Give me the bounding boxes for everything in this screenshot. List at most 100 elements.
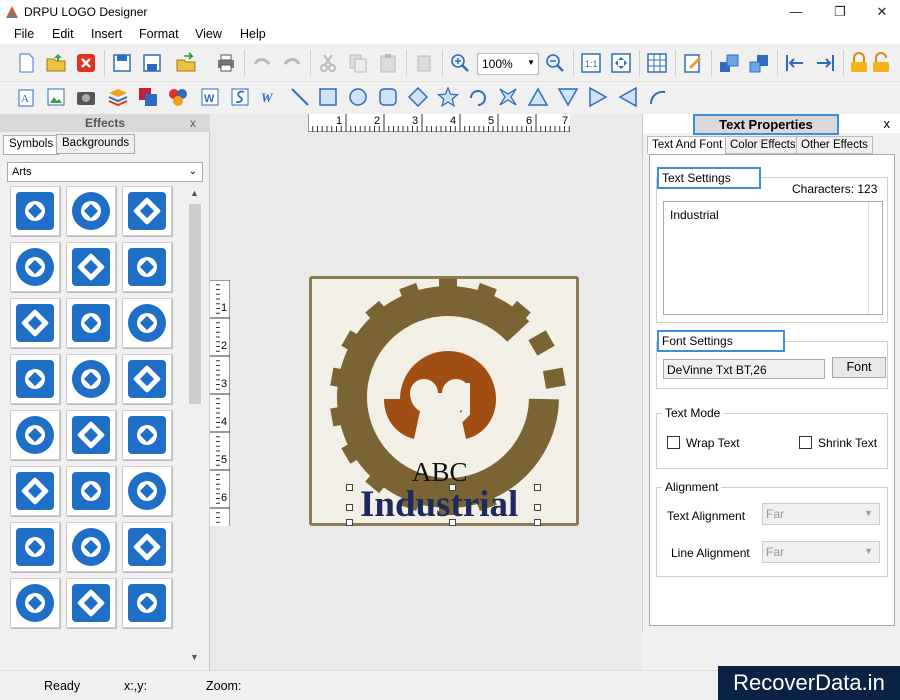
burst-tool-icon[interactable]	[496, 85, 520, 109]
triangle-left-tool-icon[interactable]	[616, 85, 640, 109]
symbol-tile[interactable]	[122, 242, 172, 292]
line-tool-icon[interactable]	[288, 85, 312, 109]
shapes-icon[interactable]	[136, 85, 160, 109]
star-tool-icon[interactable]	[436, 85, 460, 109]
export-icon[interactable]	[174, 51, 198, 75]
symbol-tile[interactable]	[66, 186, 116, 236]
fit-to-window-icon[interactable]	[609, 51, 633, 75]
zoom-in-icon[interactable]	[448, 51, 472, 75]
scroll-up-icon[interactable]: ▲	[190, 188, 199, 198]
symbol-tile[interactable]	[122, 298, 172, 348]
symbol-tile[interactable]	[66, 242, 116, 292]
symbol-tile[interactable]	[122, 410, 172, 460]
symbol-tile[interactable]	[122, 578, 172, 628]
scroll-thumb[interactable]	[189, 204, 201, 404]
symbol-category-select[interactable]: Arts ⌄	[7, 162, 203, 182]
menu-file[interactable]: File	[14, 27, 34, 41]
menu-edit[interactable]: Edit	[52, 27, 74, 41]
symbol-tile[interactable]	[66, 522, 116, 572]
symbol-tile[interactable]	[10, 298, 60, 348]
logo-text-industrial[interactable]: Industrial	[360, 483, 518, 526]
arc-tool-icon[interactable]	[466, 85, 490, 109]
resize-handle[interactable]	[534, 504, 541, 511]
scroll-down-icon[interactable]: ▼	[190, 652, 199, 662]
symbol-tile[interactable]	[10, 578, 60, 628]
menu-format[interactable]: Format	[139, 27, 179, 41]
symbol-scrollbar[interactable]: ▲ ▼	[187, 186, 203, 666]
print-icon[interactable]	[214, 51, 238, 75]
text-scrollbar[interactable]	[868, 202, 882, 314]
maximize-button[interactable]: ❐	[818, 0, 862, 24]
symbol-tile[interactable]	[10, 354, 60, 404]
menu-insert[interactable]: Insert	[91, 27, 122, 41]
logo-design[interactable]: ABC Industrial	[309, 276, 579, 526]
actual-size-icon[interactable]: 1:1	[579, 51, 603, 75]
text-properties-close-button[interactable]: x	[884, 116, 891, 131]
save-icon[interactable]	[110, 51, 134, 75]
symbol-tile[interactable]	[10, 186, 60, 236]
close-document-icon[interactable]	[74, 51, 98, 75]
resize-handle[interactable]	[346, 484, 353, 491]
resize-handle[interactable]	[449, 484, 456, 491]
tab-other-effects[interactable]: Other Effects	[796, 136, 873, 154]
copy-icon[interactable]	[346, 51, 370, 75]
signature-icon[interactable]	[228, 85, 252, 109]
triangle-down-tool-icon[interactable]	[556, 85, 580, 109]
symbol-tile[interactable]	[122, 186, 172, 236]
word-art-icon[interactable]: W	[198, 85, 222, 109]
symbol-tile[interactable]	[66, 354, 116, 404]
align-right-icon[interactable]	[813, 51, 837, 75]
text-alignment-select[interactable]: Far ▼	[762, 503, 880, 525]
zoom-select[interactable]: 100% ▼	[477, 53, 539, 75]
zoom-out-icon[interactable]	[543, 51, 567, 75]
symbol-tile[interactable]	[10, 242, 60, 292]
triangle-tool-icon[interactable]	[526, 85, 550, 109]
tab-backgrounds[interactable]: Backgrounds	[56, 134, 136, 154]
unlock-icon[interactable]	[869, 51, 893, 75]
open-folder-icon[interactable]	[44, 51, 68, 75]
clipart-icon[interactable]	[166, 85, 190, 109]
tab-color-effects[interactable]: Color Effects	[725, 136, 801, 154]
edit-properties-icon[interactable]	[681, 51, 705, 75]
font-button[interactable]: Font	[832, 357, 886, 378]
rectangle-tool-icon[interactable]	[316, 85, 340, 109]
symbol-tile[interactable]	[122, 354, 172, 404]
bring-to-front-icon[interactable]	[717, 51, 741, 75]
triangle-right-tool-icon[interactable]	[586, 85, 610, 109]
menu-help[interactable]: Help	[240, 27, 266, 41]
symbol-tile[interactable]	[122, 466, 172, 516]
menu-view[interactable]: View	[195, 27, 222, 41]
effects-close-button[interactable]: x	[190, 114, 196, 132]
rounded-rectangle-tool-icon[interactable]	[376, 85, 400, 109]
text-content-input[interactable]: Industrial	[663, 201, 883, 315]
curve-tool-icon[interactable]	[646, 85, 670, 109]
symbol-tile[interactable]	[66, 410, 116, 460]
lock-icon[interactable]	[847, 51, 871, 75]
resize-handle[interactable]	[346, 504, 353, 511]
symbol-tile[interactable]	[122, 522, 172, 572]
layers-icon[interactable]	[106, 85, 130, 109]
resize-handle[interactable]	[346, 519, 353, 526]
tab-symbols[interactable]: Symbols	[3, 135, 60, 155]
resize-handle[interactable]	[534, 519, 541, 526]
undo-icon[interactable]	[250, 51, 274, 75]
text-tool-icon[interactable]: A	[14, 85, 38, 109]
symbol-tile[interactable]	[10, 522, 60, 572]
shrink-text-checkbox[interactable]	[799, 436, 812, 449]
close-window-button[interactable]: ✕	[860, 0, 900, 24]
symbol-tile[interactable]	[10, 410, 60, 460]
symbol-tile[interactable]	[66, 578, 116, 628]
minimize-button[interactable]: —	[774, 0, 818, 24]
wrap-text-checkbox[interactable]	[667, 436, 680, 449]
paste-icon[interactable]	[376, 51, 400, 75]
send-to-back-icon[interactable]	[747, 51, 771, 75]
diamond-tool-icon[interactable]	[406, 85, 430, 109]
symbol-tile[interactable]	[10, 466, 60, 516]
design-canvas-area[interactable]: 1 2 3 4 5 6 7 1 2 3 4 5 6 ABC Industrial	[210, 114, 642, 670]
camera-icon[interactable]	[74, 85, 98, 109]
redo-icon[interactable]	[280, 51, 304, 75]
line-alignment-select[interactable]: Far ▼	[762, 541, 880, 563]
tab-text-and-font[interactable]: Text And Font	[647, 136, 728, 154]
ellipse-tool-icon[interactable]	[346, 85, 370, 109]
cut-icon[interactable]	[316, 51, 340, 75]
